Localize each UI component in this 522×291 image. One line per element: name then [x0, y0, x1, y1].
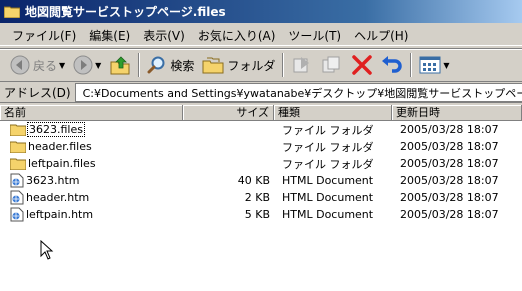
- file-name-cell: leftpain.files: [0, 157, 183, 170]
- views-dropdown-icon[interactable]: ▼: [443, 61, 449, 70]
- search-button[interactable]: 検索: [143, 51, 198, 79]
- folders-button-label: フォルダ: [227, 58, 276, 73]
- table-row[interactable]: header.files ファイル フォルダ 2005/03/28 18:07: [0, 138, 522, 155]
- back-button[interactable]: 戻る ▼: [6, 51, 69, 79]
- column-header-type[interactable]: 種類: [274, 105, 392, 121]
- file-modified: 2005/03/28 18:07: [400, 157, 499, 170]
- folder-icon: [10, 124, 26, 136]
- search-icon: [147, 56, 165, 74]
- undo-icon: [382, 56, 403, 73]
- up-folder-button[interactable]: [105, 51, 135, 79]
- html-document-icon: [10, 173, 24, 188]
- table-row[interactable]: 3623.htm 40 KB HTML Document 2005/03/28 …: [0, 172, 522, 189]
- copy-to-icon: [322, 56, 340, 73]
- search-button-label: 検索: [170, 58, 195, 73]
- folder-icon: [10, 141, 26, 153]
- menu-help[interactable]: ヘルプ(H): [348, 25, 415, 46]
- menu-view[interactable]: 表示(V): [137, 25, 192, 46]
- menu-file[interactable]: ファイル(F): [6, 25, 83, 46]
- file-name-cell: header.htm: [0, 190, 183, 205]
- file-name-cell: 3623.files: [0, 122, 183, 137]
- file-modified: 2005/03/28 18:07: [400, 191, 499, 204]
- delete-button[interactable]: [347, 51, 377, 79]
- file-name[interactable]: 3623.files: [27, 122, 85, 137]
- file-type: ファイル フォルダ: [282, 157, 374, 171]
- column-header-size[interactable]: サイズ: [183, 105, 274, 121]
- file-size: 5 KB: [244, 208, 270, 221]
- file-modified: 2005/03/28 18:07: [400, 174, 499, 187]
- window-title: 地図閲覧サービストップページ.files: [25, 5, 226, 19]
- file-type: HTML Document: [282, 208, 374, 221]
- forward-arrow-icon: [73, 55, 93, 75]
- file-name-cell: header.files: [0, 140, 183, 153]
- toolbar-separator: [282, 53, 285, 77]
- mouse-cursor-icon: [40, 240, 54, 260]
- file-rows: 3623.files ファイル フォルダ 2005/03/28 18:07 he…: [0, 121, 522, 223]
- folders-button[interactable]: フォルダ: [198, 51, 279, 79]
- undo-button[interactable]: [377, 51, 407, 79]
- file-name[interactable]: header.files: [28, 140, 92, 153]
- table-row[interactable]: leftpain.files ファイル フォルダ 2005/03/28 18:0…: [0, 155, 522, 172]
- views-grid-icon: [419, 56, 441, 74]
- back-button-label: 戻る: [33, 58, 58, 73]
- file-type: HTML Document: [282, 174, 374, 187]
- back-arrow-icon: [10, 55, 30, 75]
- toolbar: 戻る ▼ ▼ 検索 フォルダ ▼: [0, 48, 522, 82]
- html-document-icon: [10, 190, 24, 205]
- file-size: 2 KB: [244, 191, 270, 204]
- address-label: アドレス(D): [4, 86, 71, 100]
- file-size: 40 KB: [237, 174, 270, 187]
- copy-to-button[interactable]: [317, 51, 347, 79]
- address-input[interactable]: C:¥Documents and Settings¥ywatanabe¥デスクト…: [74, 83, 522, 102]
- folder-icon: [3, 5, 21, 19]
- up-folder-icon: [110, 56, 130, 75]
- folder-icon: [10, 158, 26, 170]
- file-name[interactable]: 3623.htm: [26, 174, 80, 187]
- column-header-modified[interactable]: 更新日時: [392, 105, 522, 121]
- table-row[interactable]: leftpain.htm 5 KB HTML Document 2005/03/…: [0, 206, 522, 223]
- file-type: ファイル フォルダ: [282, 140, 374, 154]
- file-name[interactable]: leftpain.htm: [26, 208, 93, 221]
- address-bar: アドレス(D) C:¥Documents and Settings¥ywatan…: [0, 83, 522, 103]
- file-list[interactable]: 名前 サイズ 種類 更新日時 3623.files ファイル フォルダ 2005…: [0, 105, 522, 291]
- toolbar-separator: [410, 53, 413, 77]
- file-type: ファイル フォルダ: [282, 123, 374, 137]
- file-name-cell: leftpain.htm: [0, 207, 183, 222]
- file-name-cell: 3623.htm: [0, 173, 183, 188]
- folder-tree-icon: [202, 57, 224, 74]
- address-path: C:¥Documents and Settings¥ywatanabe¥デスクト…: [82, 86, 522, 100]
- forward-dropdown-icon[interactable]: ▼: [95, 61, 101, 70]
- move-to-button[interactable]: [287, 51, 317, 79]
- menu-favorites[interactable]: お気に入り(A): [192, 25, 283, 46]
- toolbar-separator: [138, 53, 141, 77]
- views-button[interactable]: ▼: [415, 51, 453, 79]
- file-name[interactable]: header.htm: [26, 191, 89, 204]
- delete-x-icon: [352, 55, 373, 75]
- column-header-name[interactable]: 名前: [0, 105, 183, 121]
- table-row[interactable]: header.htm 2 KB HTML Document 2005/03/28…: [0, 189, 522, 206]
- list-header: 名前 サイズ 種類 更新日時: [0, 105, 522, 121]
- move-to-icon: [293, 57, 310, 73]
- forward-button[interactable]: ▼: [69, 51, 105, 79]
- title-bar[interactable]: 地図閲覧サービストップページ.files: [0, 0, 522, 23]
- menu-tools[interactable]: ツール(T): [282, 25, 348, 46]
- html-document-icon: [10, 207, 24, 222]
- file-modified: 2005/03/28 18:07: [400, 140, 499, 153]
- file-modified: 2005/03/28 18:07: [400, 208, 499, 221]
- back-dropdown-icon[interactable]: ▼: [59, 61, 65, 70]
- file-type: HTML Document: [282, 191, 374, 204]
- menu-edit[interactable]: 編集(E): [83, 25, 137, 46]
- file-name[interactable]: leftpain.files: [28, 157, 96, 170]
- file-modified: 2005/03/28 18:07: [400, 123, 499, 136]
- table-row[interactable]: 3623.files ファイル フォルダ 2005/03/28 18:07: [0, 121, 522, 138]
- menu-bar: ファイル(F) 編集(E) 表示(V) お気に入り(A) ツール(T) ヘルプ(…: [0, 25, 522, 46]
